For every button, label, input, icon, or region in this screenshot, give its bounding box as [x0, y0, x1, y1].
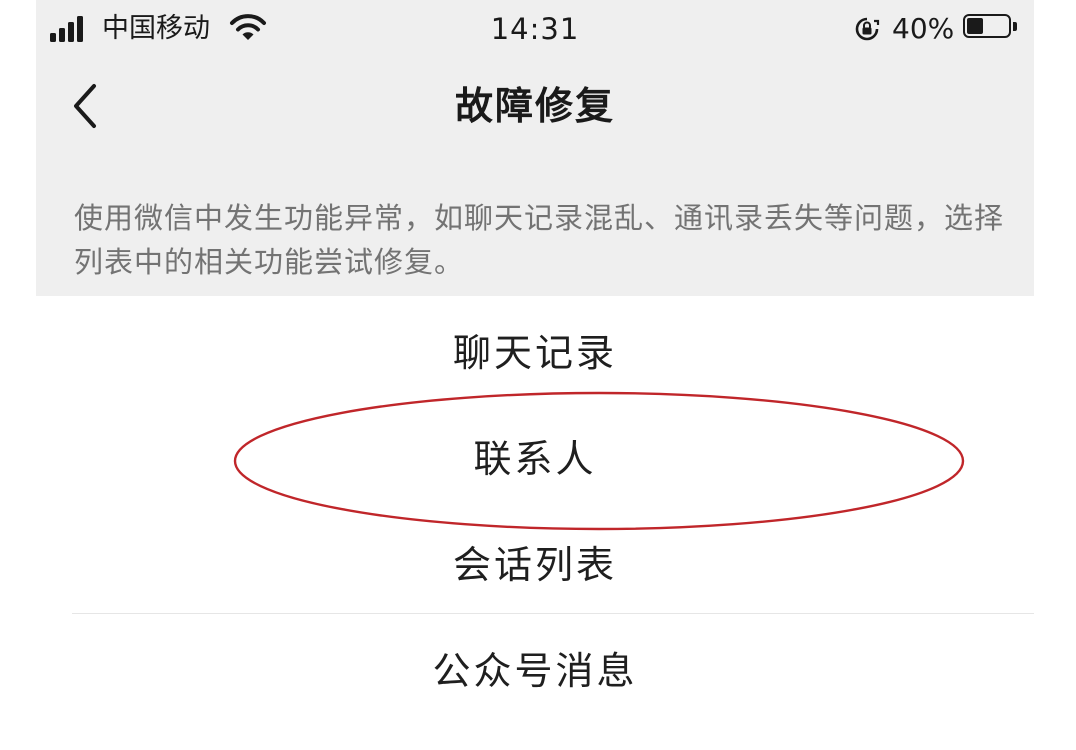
list-item-contacts[interactable]: 联系人	[36, 402, 1034, 508]
status-bar: 中国移动 14:31 40%	[36, 0, 1034, 58]
page-title: 故障修复	[454, 84, 615, 128]
list-item-chat-list[interactable]: 会话列表	[36, 508, 1034, 614]
header-area: 中国移动 14:31 40% 故障修复 使用微信中发生功能异常，如聊天记录混乱、…	[36, 0, 1034, 296]
list-item-official-account-messages[interactable]: 公众号消息	[36, 614, 1034, 720]
battery-percent: 40%	[892, 12, 955, 45]
list-item-chat-history[interactable]: 聊天记录	[36, 296, 1034, 402]
description-text: 使用微信中发生功能异常，如聊天记录混乱、通讯录丢失等问题，选择列表中的相关功能尝…	[74, 201, 1005, 279]
battery-icon	[963, 14, 1019, 42]
wechat-repair-screen: 中国移动 14:31 40% 故障修复 使用微信中发生功能异常，如聊天记录混乱、…	[36, 0, 1034, 750]
orientation-lock-icon	[855, 17, 880, 41]
status-time: 14:31	[490, 12, 580, 46]
